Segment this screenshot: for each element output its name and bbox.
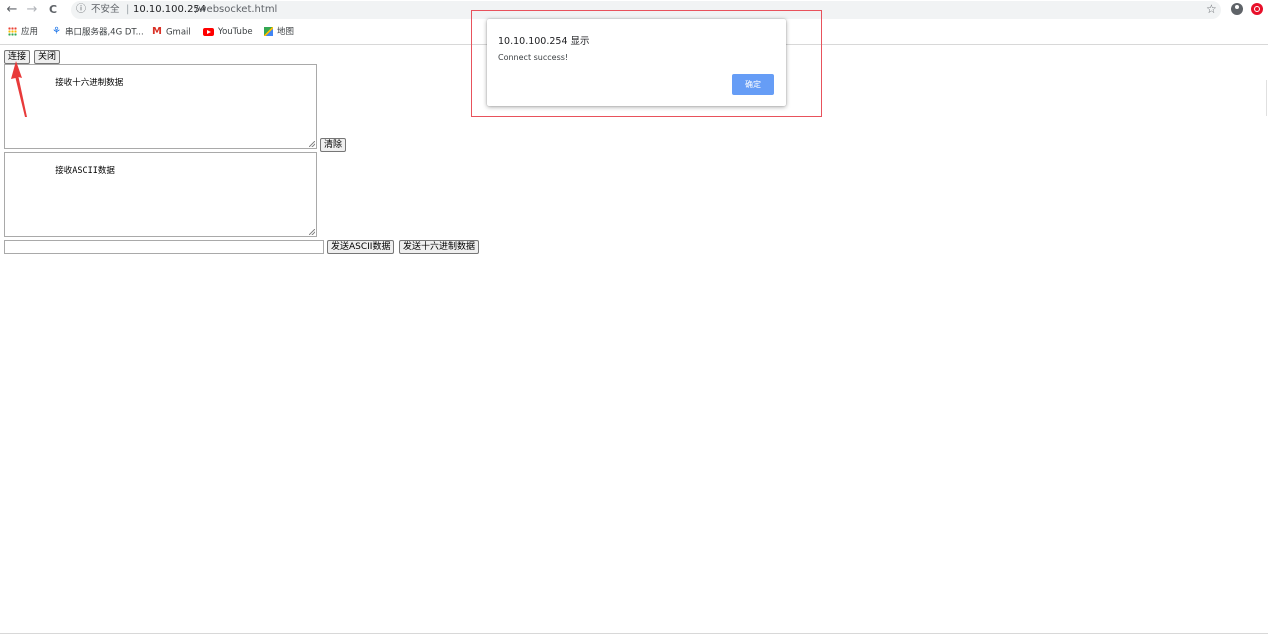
maps-icon (264, 27, 273, 36)
annotation-arrow-icon (11, 61, 27, 117)
clear-button[interactable]: 清除 (320, 138, 347, 152)
bookmark-label: Gmail (165, 27, 191, 38)
scrollbar-hint (1266, 80, 1267, 116)
bookmark-star-icon[interactable]: ☆ (1206, 2, 1217, 16)
back-arrow-icon[interactable]: ← (4, 1, 20, 19)
dialog-ok-button[interactable]: 确定 (732, 74, 774, 95)
bookmark-youtube[interactable]: YouTube (203, 23, 253, 41)
security-label[interactable]: 不安全 (91, 1, 120, 19)
bottom-divider (0, 633, 1268, 634)
extension-icon[interactable] (1251, 3, 1263, 15)
dialog-message: Connect success! (498, 53, 569, 62)
alert-dialog: 10.10.100.254 显示 Connect success! 确定 (487, 19, 786, 106)
bookmark-apps[interactable]: 应用 (8, 23, 38, 41)
close-button[interactable]: 关闭 (34, 50, 61, 64)
dialog-title: 10.10.100.254 显示 (498, 36, 590, 47)
send-data-input[interactable] (4, 240, 324, 254)
apps-grid-icon (8, 27, 17, 36)
send-hex-button[interactable]: 发送十六进制数据 (399, 240, 480, 254)
resize-grip-icon[interactable] (309, 229, 315, 235)
bookmark-maps[interactable]: 地图 (264, 23, 294, 41)
bookmark-gmail[interactable]: M Gmail (152, 23, 191, 41)
hex-receive-text: 接收十六进制数据 (55, 78, 124, 88)
url-path: /websocket.html (195, 4, 278, 15)
bookmark-label: 应用 (21, 27, 39, 37)
bookmark-serial-server[interactable]: ⚘ 串口服务器,4G DT... (52, 23, 144, 41)
reload-icon[interactable]: C (45, 1, 61, 19)
bookmark-label: 串口服务器,4G DT... (64, 27, 144, 38)
address-separator: | (126, 4, 130, 15)
resize-grip-icon[interactable] (309, 141, 315, 147)
bookmark-label: YouTube (218, 27, 253, 37)
ascii-receive-text: 接收ASCII数据 (55, 166, 115, 176)
send-ascii-button[interactable]: 发送ASCII数据 (327, 240, 395, 254)
info-icon[interactable]: ⓘ (76, 1, 86, 19)
youtube-icon (203, 27, 214, 36)
gmail-icon: M (152, 26, 162, 37)
serial-server-icon: ⚘ (52, 26, 61, 37)
bookmark-label: 地图 (277, 27, 295, 37)
ascii-receive-textarea[interactable]: 接收ASCII数据 (4, 152, 317, 237)
profile-avatar-icon[interactable] (1231, 3, 1243, 15)
hex-receive-textarea[interactable]: 接收十六进制数据 (4, 64, 317, 149)
forward-arrow-icon[interactable]: → (24, 1, 40, 19)
